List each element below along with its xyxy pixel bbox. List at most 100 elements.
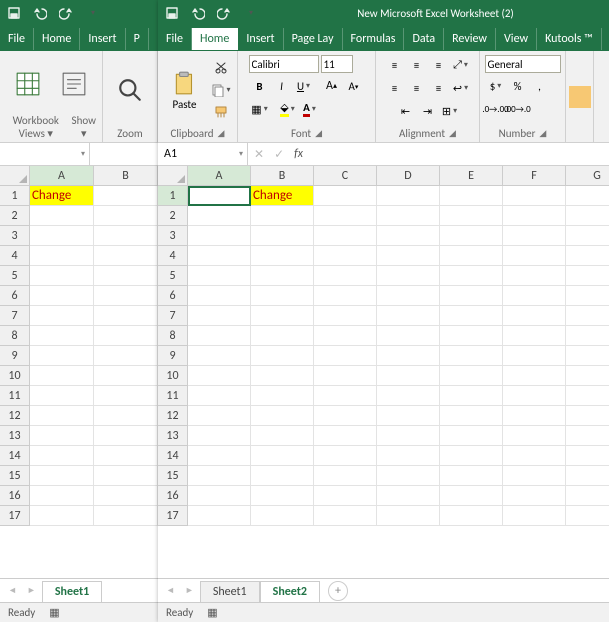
row-header[interactable]: 1 bbox=[158, 186, 188, 206]
font-color-button[interactable]: A bbox=[299, 99, 321, 119]
undo-icon[interactable] bbox=[190, 5, 206, 21]
copy-button[interactable] bbox=[210, 80, 232, 100]
name-box[interactable]: A1 bbox=[158, 143, 248, 165]
cell[interactable] bbox=[251, 306, 314, 326]
bold-button[interactable]: B bbox=[249, 76, 271, 96]
cell[interactable] bbox=[440, 406, 503, 426]
cell[interactable] bbox=[377, 226, 440, 246]
cell[interactable] bbox=[94, 306, 158, 326]
decrease-font-button[interactable]: A▾ bbox=[343, 76, 365, 96]
cell[interactable] bbox=[30, 366, 94, 386]
number-launcher-icon[interactable]: ◢ bbox=[539, 128, 546, 139]
sheet-tab[interactable]: Sheet1 bbox=[42, 581, 102, 602]
select-all-corner[interactable] bbox=[158, 166, 188, 186]
cell[interactable] bbox=[251, 346, 314, 366]
cell[interactable] bbox=[251, 486, 314, 506]
sheet-tab[interactable]: Sheet2 bbox=[260, 581, 320, 602]
cell[interactable] bbox=[94, 446, 158, 466]
underline-button[interactable]: U bbox=[293, 76, 315, 96]
cell[interactable] bbox=[566, 446, 609, 466]
row-header[interactable]: 11 bbox=[0, 386, 30, 406]
font-size-selector[interactable] bbox=[321, 55, 353, 73]
cell[interactable] bbox=[94, 406, 158, 426]
row-header[interactable]: 17 bbox=[0, 506, 30, 526]
cell[interactable] bbox=[251, 466, 314, 486]
cell[interactable] bbox=[188, 346, 251, 366]
row-header[interactable]: 9 bbox=[158, 346, 188, 366]
cell[interactable] bbox=[440, 306, 503, 326]
cell[interactable] bbox=[94, 326, 158, 346]
row-header[interactable]: 14 bbox=[158, 446, 188, 466]
cell[interactable] bbox=[30, 446, 94, 466]
cell[interactable] bbox=[503, 266, 566, 286]
row-header[interactable]: 13 bbox=[0, 426, 30, 446]
cell[interactable] bbox=[251, 226, 314, 246]
cell[interactable] bbox=[251, 366, 314, 386]
cell[interactable] bbox=[503, 366, 566, 386]
select-all-corner[interactable] bbox=[0, 166, 30, 186]
cell[interactable] bbox=[566, 306, 609, 326]
row-header[interactable]: 4 bbox=[158, 246, 188, 266]
cell[interactable] bbox=[30, 206, 94, 226]
cell[interactable] bbox=[251, 406, 314, 426]
row-header[interactable]: 12 bbox=[158, 406, 188, 426]
cell[interactable] bbox=[94, 486, 158, 506]
tab-review[interactable]: Review bbox=[444, 28, 496, 50]
column-header[interactable]: F bbox=[503, 166, 566, 186]
cell[interactable] bbox=[566, 226, 609, 246]
cell[interactable] bbox=[503, 206, 566, 226]
cell[interactable] bbox=[188, 186, 251, 206]
column-header[interactable]: B bbox=[251, 166, 314, 186]
row-header[interactable]: 6 bbox=[0, 286, 30, 306]
cell[interactable] bbox=[503, 186, 566, 206]
cell[interactable] bbox=[30, 306, 94, 326]
cell[interactable] bbox=[314, 426, 377, 446]
qat-dropdown-icon[interactable] bbox=[242, 5, 258, 21]
cell[interactable] bbox=[188, 206, 251, 226]
row-header[interactable]: 10 bbox=[0, 366, 30, 386]
cell[interactable] bbox=[440, 466, 503, 486]
fill-color-button[interactable]: ⬙ bbox=[277, 99, 299, 119]
cell[interactable] bbox=[566, 326, 609, 346]
tab-more[interactable]: P bbox=[126, 28, 149, 50]
merge-button[interactable]: ⊞ bbox=[439, 101, 461, 121]
cell[interactable] bbox=[188, 226, 251, 246]
tab-home[interactable]: Home bbox=[34, 28, 80, 50]
cell[interactable] bbox=[377, 286, 440, 306]
cell[interactable] bbox=[94, 286, 158, 306]
italic-button[interactable]: I bbox=[271, 76, 293, 96]
row-header[interactable]: 5 bbox=[158, 266, 188, 286]
cell[interactable] bbox=[30, 266, 94, 286]
comma-format-button[interactable]: , bbox=[529, 76, 551, 96]
tab-insert[interactable]: Insert bbox=[238, 28, 283, 50]
cell[interactable] bbox=[94, 506, 158, 526]
cell[interactable] bbox=[566, 266, 609, 286]
column-header[interactable]: D bbox=[377, 166, 440, 186]
paste-button[interactable]: Paste bbox=[164, 68, 206, 113]
cell[interactable] bbox=[30, 226, 94, 246]
cell[interactable] bbox=[314, 306, 377, 326]
sheet-nav-prev-icon[interactable]: ◄ bbox=[4, 585, 21, 596]
cell[interactable] bbox=[30, 386, 94, 406]
worksheet-grid[interactable]: ABCDEFG 1234567891011121314151617 Change bbox=[158, 166, 609, 578]
cell[interactable] bbox=[440, 446, 503, 466]
cell[interactable] bbox=[566, 466, 609, 486]
increase-font-button[interactable]: A▴ bbox=[321, 76, 343, 96]
cell[interactable] bbox=[440, 486, 503, 506]
cell[interactable] bbox=[566, 486, 609, 506]
cell[interactable] bbox=[94, 226, 158, 246]
tab-page-layout[interactable]: Page Lay bbox=[284, 28, 343, 50]
percent-format-button[interactable]: % bbox=[507, 76, 529, 96]
cell[interactable] bbox=[566, 506, 609, 526]
sheet-nav-next-icon[interactable]: ► bbox=[23, 585, 40, 596]
cell[interactable] bbox=[188, 266, 251, 286]
cell[interactable] bbox=[30, 486, 94, 506]
cell[interactable] bbox=[188, 386, 251, 406]
row-header[interactable]: 3 bbox=[158, 226, 188, 246]
decrease-indent-button[interactable]: ⇤ bbox=[395, 101, 417, 121]
accounting-format-button[interactable]: $ bbox=[485, 76, 507, 96]
cell[interactable] bbox=[440, 506, 503, 526]
cell[interactable] bbox=[188, 246, 251, 266]
redo-icon[interactable] bbox=[216, 5, 232, 21]
cell[interactable] bbox=[314, 466, 377, 486]
